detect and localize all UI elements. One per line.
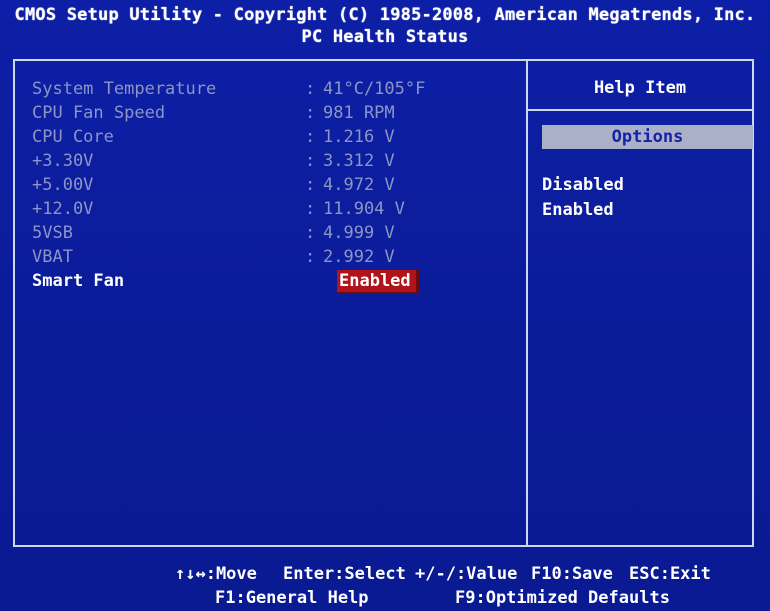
setting-row-cpu-fan-speed: CPU Fan Speed : 981 RPM bbox=[32, 101, 512, 125]
key-exit: ESC:Exit bbox=[629, 564, 711, 584]
setting-row-5vsb: 5VSB : 4.999 V bbox=[32, 221, 512, 245]
key-value: +/-/:Value bbox=[415, 564, 518, 584]
setting-separator: : bbox=[305, 247, 316, 267]
setting-separator: : bbox=[305, 151, 316, 171]
setting-row-system-temperature: System Temperature : 41°C/105°F bbox=[32, 77, 512, 101]
setting-row-5v: +5.00V : 4.972 V bbox=[32, 173, 512, 197]
setting-label: VBAT bbox=[32, 247, 73, 267]
help-title: Help Item bbox=[528, 61, 752, 111]
setting-label: 5VSB bbox=[32, 223, 73, 243]
settings-panel: System Temperature : 41°C/105°F CPU Fan … bbox=[15, 61, 526, 545]
setting-label: CPU Core bbox=[32, 127, 114, 147]
setting-value: 2.992 V bbox=[323, 247, 395, 267]
setting-row-3v3: +3.30V : 3.312 V bbox=[32, 149, 512, 173]
setting-value: 1.216 V bbox=[323, 127, 395, 147]
smart-fan-label: Smart Fan bbox=[32, 271, 125, 291]
setting-value: 11.904 V bbox=[323, 199, 405, 219]
setting-row-cpu-core: CPU Core : 1.216 V bbox=[32, 125, 512, 149]
help-panel: Help Item Options Disabled Enabled bbox=[526, 61, 753, 545]
setting-value: 4.999 V bbox=[323, 223, 395, 243]
setting-row-12v: +12.0V : 11.904 V bbox=[32, 197, 512, 221]
setting-row-vbat: VBAT : 2.992 V bbox=[32, 245, 512, 269]
bios-screen: CMOS Setup Utility - Copyright (C) 1985-… bbox=[0, 0, 770, 611]
smart-fan-value[interactable]: Enabled bbox=[337, 270, 419, 294]
bios-header: CMOS Setup Utility - Copyright (C) 1985-… bbox=[0, 4, 770, 48]
setting-label: CPU Fan Speed bbox=[32, 103, 166, 123]
setting-label: +5.00V bbox=[32, 175, 94, 195]
setting-separator: : bbox=[305, 103, 316, 123]
setting-separator: : bbox=[305, 199, 316, 219]
setting-separator: : bbox=[305, 79, 316, 99]
option-enabled[interactable]: Enabled bbox=[542, 199, 614, 221]
page-title: PC Health Status bbox=[301, 27, 469, 47]
setting-label: +3.30V bbox=[32, 151, 94, 171]
setting-row-smart-fan[interactable]: Smart Fan Enabled bbox=[32, 269, 512, 294]
key-optimized-defaults: F9:Optimized Defaults bbox=[455, 588, 670, 608]
option-disabled[interactable]: Disabled bbox=[542, 174, 624, 196]
key-select: Enter:Select bbox=[283, 564, 406, 584]
main-frame: System Temperature : 41°C/105°F CPU Fan … bbox=[13, 59, 754, 547]
key-save: F10:Save bbox=[531, 564, 613, 584]
setting-separator: : bbox=[305, 127, 316, 147]
setting-value: 3.312 V bbox=[323, 151, 395, 171]
key-move: ↑↓↔:Move bbox=[175, 564, 257, 584]
setting-value: 981 RPM bbox=[323, 103, 395, 123]
setting-separator: : bbox=[305, 175, 316, 195]
setting-label: +12.0V bbox=[32, 199, 94, 219]
key-general-help: F1:General Help bbox=[215, 588, 369, 608]
header-title: CMOS Setup Utility - Copyright (C) 1985-… bbox=[14, 5, 756, 25]
setting-value: 4.972 V bbox=[323, 175, 395, 195]
options-header: Options bbox=[542, 125, 753, 149]
setting-separator: : bbox=[305, 223, 316, 243]
setting-label: System Temperature bbox=[32, 79, 217, 99]
setting-value: 41°C/105°F bbox=[323, 79, 426, 99]
